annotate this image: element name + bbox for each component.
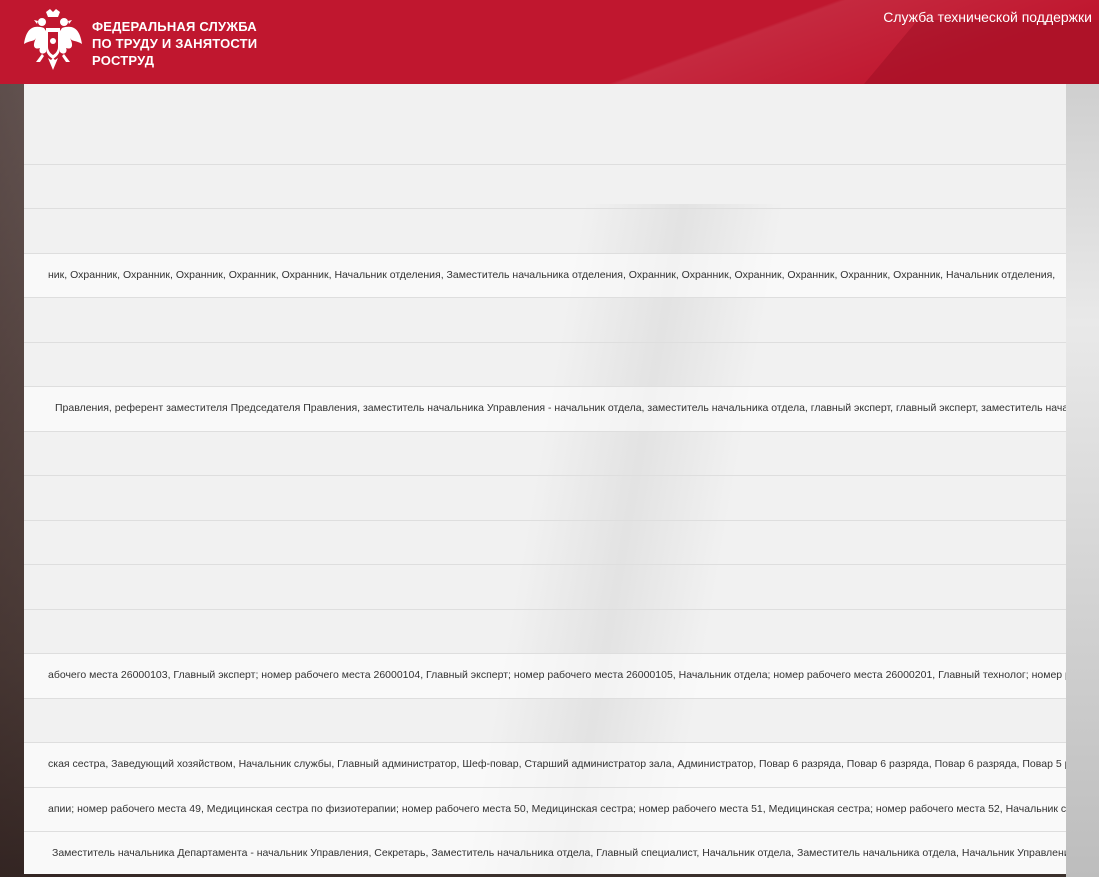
list-row[interactable] (24, 208, 1066, 253)
row-text: абочего места 26000103, Главный эксперт;… (48, 669, 1066, 681)
org-name-line-2: ПО ТРУДУ И ЗАНЯТОСТИ (92, 36, 258, 51)
row-text: Заместитель начальника Департамента - на… (52, 847, 1066, 859)
list-row[interactable] (24, 164, 1066, 209)
list-row[interactable]: Заместитель начальника Департамента - на… (24, 831, 1066, 874)
row-text: Правления, референт заместителя Председа… (55, 402, 1066, 414)
list-row[interactable] (24, 431, 1066, 476)
row-text: апии; номер рабочего места 49, Медицинск… (48, 803, 1066, 815)
list-row[interactable] (24, 698, 1066, 743)
emblem-icon[interactable] (22, 8, 84, 74)
row-text: ская сестра, Заведующий хозяйством, Нача… (48, 758, 1066, 770)
list-row[interactable] (24, 564, 1066, 609)
support-link[interactable]: Служба технической поддержки (883, 9, 1092, 25)
list-row[interactable] (24, 342, 1066, 387)
organization-name: ФЕДЕРАЛЬНАЯ СЛУЖБА ПО ТРУДУ И ЗАНЯТОСТИ … (92, 18, 257, 69)
list-row[interactable] (24, 609, 1066, 654)
list-row[interactable] (24, 475, 1066, 520)
site-header: ФЕДЕРАЛЬНАЯ СЛУЖБА ПО ТРУДУ И ЗАНЯТОСТИ … (0, 0, 1099, 84)
org-name-line-3: РОСТРУД (92, 53, 155, 68)
list-row[interactable]: ник, Охранник, Охранник, Охранник, Охран… (24, 253, 1066, 298)
list-row[interactable] (24, 297, 1066, 342)
list-row[interactable] (24, 520, 1066, 565)
list-row[interactable]: ская сестра, Заведующий хозяйством, Нача… (24, 742, 1066, 787)
org-name-line-1: ФЕДЕРАЛЬНАЯ СЛУЖБА (92, 19, 257, 34)
results-panel: ник, Охранник, Охранник, Охранник, Охран… (24, 84, 1066, 874)
row-text: ник, Охранник, Охранник, Охранник, Охран… (48, 269, 1056, 281)
list-row[interactable]: апии; номер рабочего места 49, Медицинск… (24, 787, 1066, 832)
background-right-strip (1066, 84, 1099, 877)
list-row[interactable]: абочего места 26000103, Главный эксперт;… (24, 653, 1066, 698)
list-row[interactable]: Правления, референт заместителя Председа… (24, 386, 1066, 431)
